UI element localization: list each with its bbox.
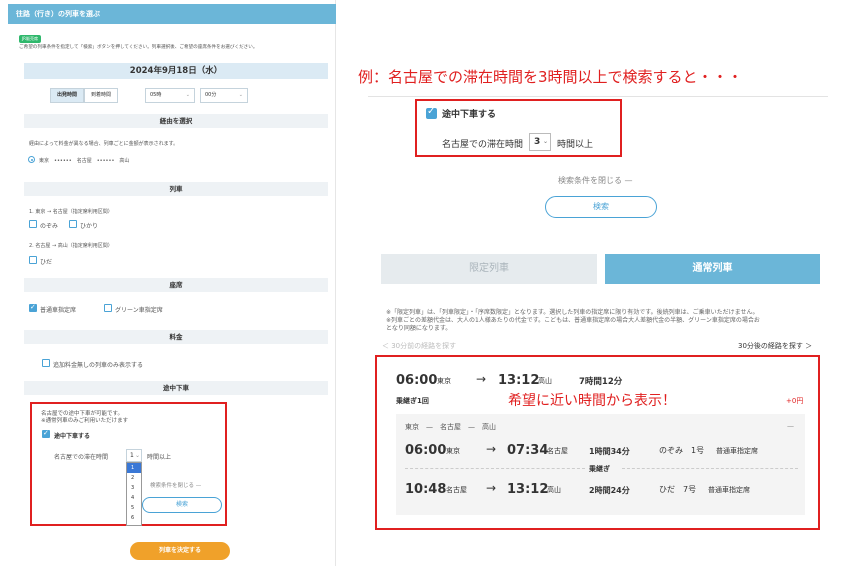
dropdown-option[interactable]: 5: [127, 503, 141, 513]
no-extra-fare-label: 追加料金無しの列車のみ表示する: [53, 362, 144, 369]
jr-tag-badge: JR販売席: [19, 35, 41, 43]
stopover-checkbox-right[interactable]: [426, 106, 437, 119]
leg1-depart-time: 06:00: [405, 443, 447, 458]
minute-select[interactable]: 00分 ⌄: [200, 88, 248, 103]
divider: [368, 96, 828, 97]
dropdown-option[interactable]: 3: [127, 483, 141, 493]
stay-time-dropdown[interactable]: 1 2 3 4 5 6: [126, 462, 142, 526]
transfer-label: 乗継ぎ: [589, 465, 610, 473]
hida-label: ひだ: [40, 259, 53, 266]
leg1-seat: 普通車指定席: [716, 447, 758, 455]
transfer-divider: [622, 468, 798, 469]
date-display[interactable]: 2024年9月18日（水）: [24, 63, 328, 79]
page-header: 往路（行き）の列車を選ぶ: [8, 4, 336, 24]
stay-time-value: 1: [130, 452, 134, 459]
arrow-right-icon: →: [476, 372, 487, 386]
search-button-right[interactable]: 検索: [545, 196, 657, 218]
stopover-note-2: ※通常列車のみご利用いただけます: [41, 418, 129, 424]
arrive-time-toggle[interactable]: 到着時間: [84, 88, 118, 103]
hida-checkbox[interactable]: [29, 256, 37, 264]
leg2-duration: 2時間24分: [589, 486, 630, 495]
leg1-arrive-station: 名古屋: [547, 447, 568, 455]
result-depart-time: 06:00: [396, 373, 438, 388]
leg2-depart-time: 10:48: [405, 482, 447, 497]
seat-section-title: 座席: [24, 278, 328, 292]
tab-normal-trains[interactable]: 通常列車: [605, 254, 820, 284]
segment1-label: 1. 東京 → 名古屋（指定席利用区間）: [29, 209, 113, 215]
stay-time-select-right[interactable]: 3 ⌄: [529, 133, 551, 151]
depart-time-toggle[interactable]: 出発時間: [50, 88, 84, 103]
minute-value: 00分: [205, 92, 217, 98]
tab-limited-trains[interactable]: 限定列車: [381, 254, 597, 284]
stay-time-suffix-right: 時間以上: [557, 140, 594, 150]
ordinary-seat-label: 普通車指定席: [40, 307, 77, 314]
nozomi-checkbox[interactable]: [29, 220, 37, 228]
prev-30min-link[interactable]: ＜ 30分前の経路を探す: [382, 341, 456, 351]
stay-time-value-right: 3: [534, 137, 541, 147]
price-difference: +0円: [786, 397, 804, 405]
stopover-checkbox-label-right: 途中下車する: [442, 110, 497, 120]
leg2-arrive-station: 高山: [547, 486, 561, 494]
leg2-train: ひだ 7号: [659, 485, 697, 494]
leg1-depart-station: 東京: [446, 447, 460, 455]
next-30min-link[interactable]: 30分後の経路を探す ＞: [738, 341, 812, 351]
chevron-down-icon: ⌄: [185, 92, 190, 98]
dropdown-option[interactable]: 6: [127, 513, 141, 523]
example-caption: 例：名古屋での滞在時間を3時間以上で検索すると・・・: [358, 68, 743, 86]
result-depart-station: 東京: [437, 377, 451, 385]
stopover-checkbox[interactable]: [42, 429, 50, 438]
hour-select[interactable]: 05時 ⌄: [145, 88, 195, 103]
no-extra-fare-checkbox[interactable]: [42, 359, 50, 367]
dropdown-option[interactable]: 1: [127, 463, 141, 473]
search-button-left[interactable]: 検索: [142, 497, 222, 513]
intro-text: ご希望の列車条件を指定して「検索」ボタンを押してください。列車選択後、ご希望の座…: [19, 45, 258, 50]
nozomi-label: のぞみ: [40, 223, 59, 230]
route-section-title: 経由を選択: [24, 114, 328, 128]
notice-line-3: となり同額になります。: [386, 325, 452, 332]
green-seat-checkbox[interactable]: [104, 304, 112, 312]
collapse-icon[interactable]: —: [787, 422, 794, 430]
leg1-duration: 1時間34分: [589, 447, 630, 456]
result-transfers: 乗継ぎ1回: [396, 397, 429, 405]
train-search-panel: 往路（行き）の列車を選ぶ JR販売席 ご希望の列車条件を指定して「検索」ボタンを…: [8, 0, 336, 566]
ordinary-seat-checkbox[interactable]: [29, 303, 37, 312]
result-arrive-time: 13:12: [498, 373, 540, 388]
chevron-down-icon: ⌄: [134, 452, 140, 459]
stay-time-suffix: 時間以上: [147, 454, 172, 461]
result-arrive-station: 高山: [538, 377, 552, 385]
train-section-title: 列車: [24, 182, 328, 196]
leg1-train: のぞみ 1号: [659, 446, 705, 455]
arrow-right-icon: →: [486, 442, 497, 456]
stay-time-select[interactable]: 1 ⌄: [126, 449, 142, 462]
decide-train-button[interactable]: 列車を決定する: [130, 542, 230, 560]
close-conditions-link-right[interactable]: 検索条件を閉じる —: [558, 175, 633, 186]
stay-time-label: 名古屋での滞在時間: [54, 454, 109, 461]
hour-value: 05時: [150, 92, 162, 98]
arrow-right-icon: →: [486, 481, 497, 495]
leg2-arrive-time: 13:12: [507, 482, 549, 497]
dropdown-option[interactable]: 4: [127, 493, 141, 503]
transfer-divider: [405, 468, 585, 469]
dropdown-option[interactable]: 2: [127, 473, 141, 483]
segment2-label: 2. 名古屋 → 高山（指定席利用区間）: [29, 243, 113, 249]
route-radio[interactable]: [28, 156, 35, 163]
leg1-arrive-time: 07:34: [507, 443, 549, 458]
close-conditions-link[interactable]: 検索条件を閉じる —: [150, 481, 201, 489]
chevron-down-icon: ⌄: [238, 92, 243, 98]
green-seat-label: グリーン車指定席: [115, 307, 163, 314]
chevron-down-icon: ⌄: [542, 138, 548, 145]
hikari-label: ひかり: [80, 223, 99, 230]
stopover-checkbox-label: 途中下車する: [54, 433, 91, 440]
route-summary: 東京 — 名古屋 — 高山: [405, 423, 496, 431]
route-option-label: 東京 •••••• 名古屋 •••••• 高山: [39, 158, 130, 164]
fare-section-title: 料金: [24, 330, 328, 344]
stopover-section-title: 途中下車: [24, 381, 328, 395]
result-duration: 7時間12分: [579, 377, 623, 387]
leg2-depart-station: 名古屋: [446, 486, 467, 494]
highlight-message: 希望に近い時間から表示！: [508, 393, 676, 409]
hikari-checkbox[interactable]: [69, 220, 77, 228]
route-note: 経由によって料金が異なる場合、列車ごとに金額が表示されます。: [29, 141, 179, 147]
stay-time-label-right: 名古屋での滞在時間: [442, 140, 524, 150]
leg2-seat: 普通車指定席: [708, 486, 750, 494]
